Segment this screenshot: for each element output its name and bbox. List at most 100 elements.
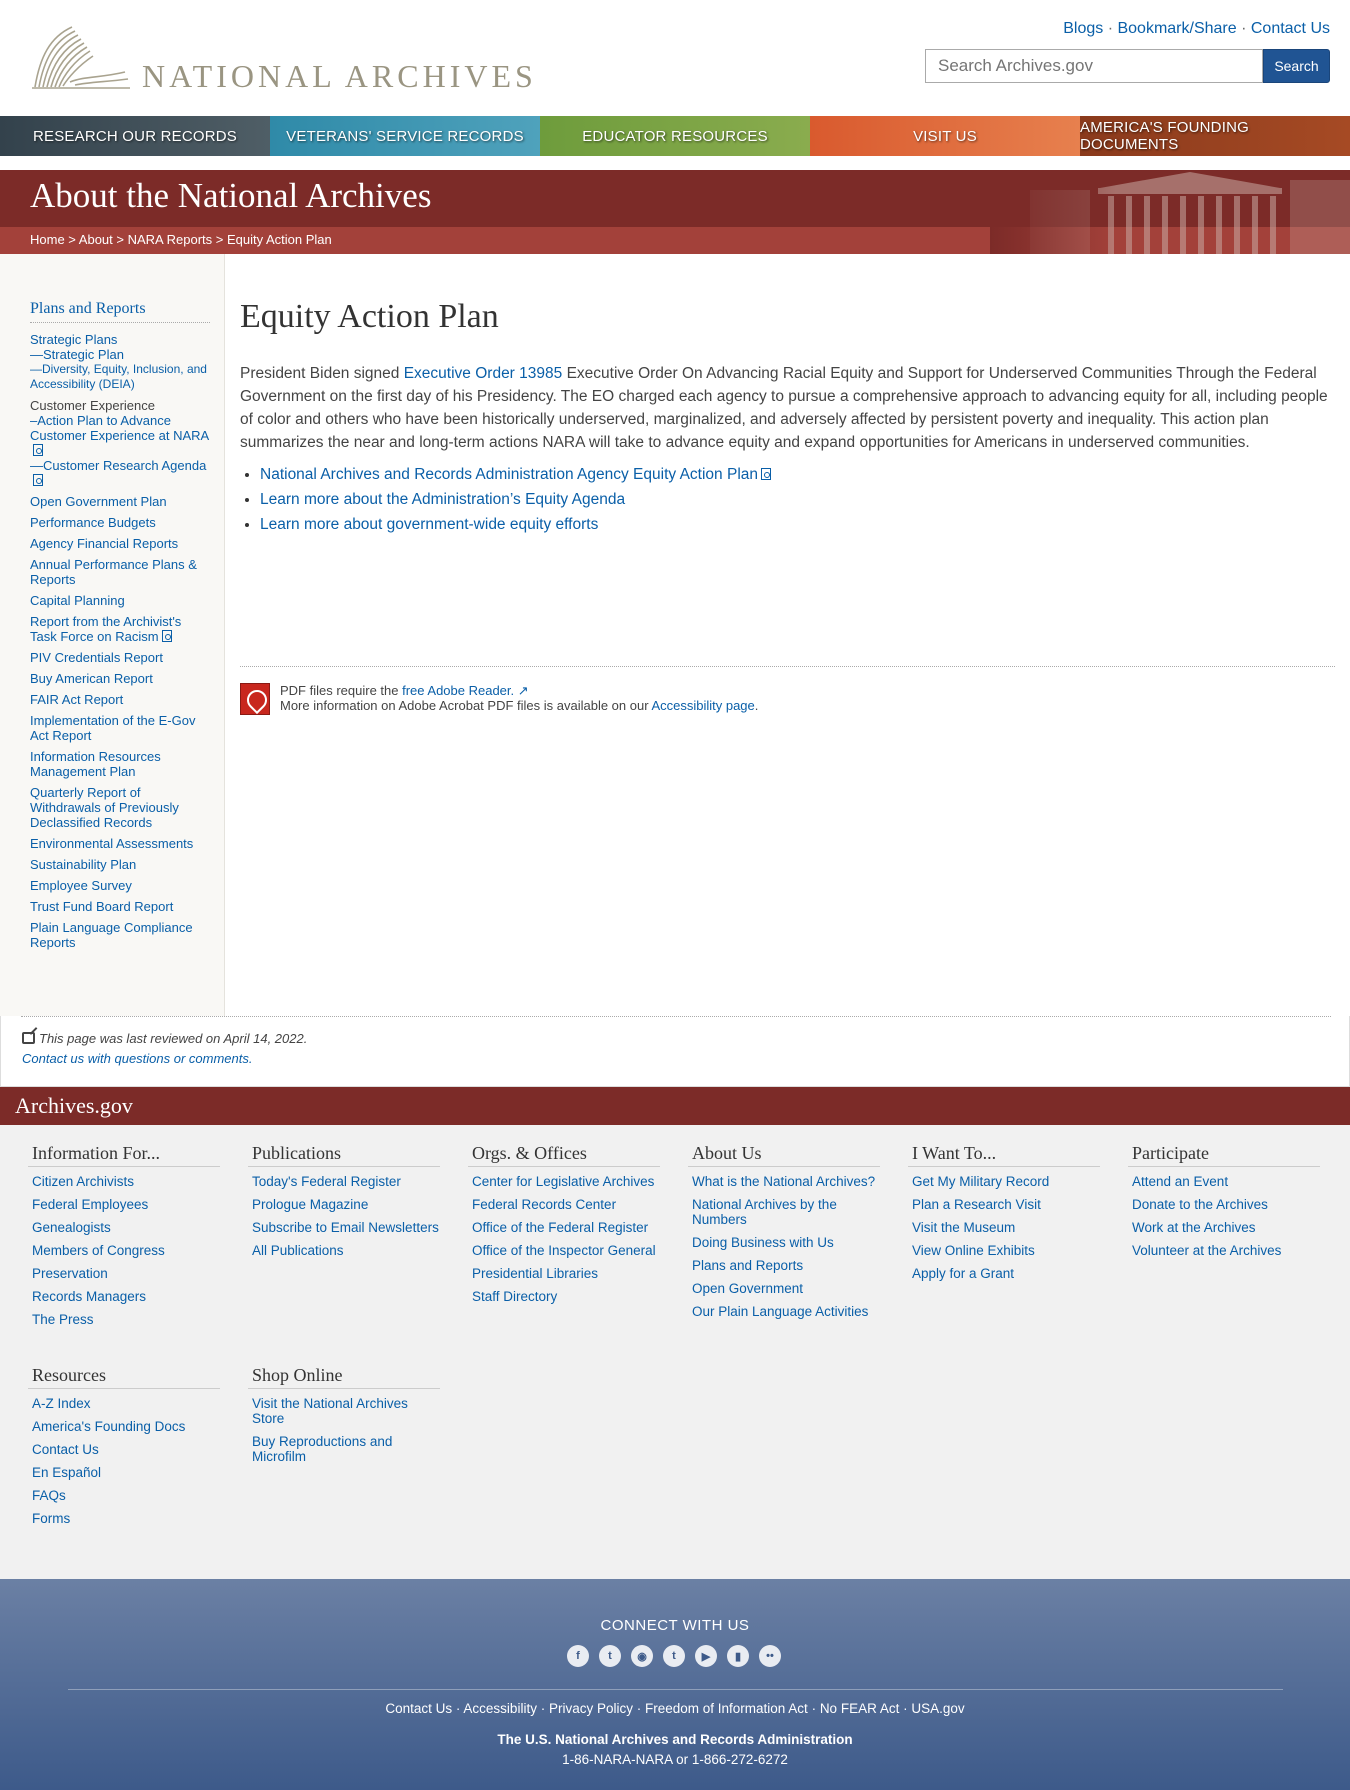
footer-link[interactable]: Doing Business with Us (688, 1235, 880, 1250)
footer-link[interactable]: Today's Federal Register (248, 1174, 440, 1189)
sidebar: Plans and Reports Strategic Plans —Strat… (0, 254, 225, 1016)
sidebar-item-cx-research-agenda[interactable]: —Customer Research Agenda (30, 458, 210, 488)
executive-order-link[interactable]: Executive Order 13985 (404, 365, 563, 382)
facebook-icon[interactable]: f (567, 1645, 589, 1667)
nav-research-records[interactable]: RESEARCH OUR RECORDS (0, 116, 270, 156)
footer-foia-link[interactable]: Freedom of Information Act (645, 1701, 808, 1716)
footer-link[interactable]: Volunteer at the Archives (1128, 1243, 1320, 1258)
footer-link[interactable]: Work at the Archives (1128, 1220, 1320, 1235)
footer-link[interactable]: Subscribe to Email Newsletters (248, 1220, 440, 1235)
footer-link[interactable]: Presidential Libraries (468, 1266, 660, 1281)
footer-link[interactable]: The Press (28, 1312, 220, 1327)
footer-no-fear-act-link[interactable]: No FEAR Act (820, 1701, 900, 1716)
nav-veterans-records[interactable]: VETERANS' SERVICE RECORDS (270, 116, 540, 156)
bookmark-share-link[interactable]: Bookmark/Share (1117, 20, 1236, 37)
sidebar-item-sustainability-plan[interactable]: Sustainability Plan (30, 857, 210, 872)
sidebar-item-cx-action-plan[interactable]: –Action Plan to Advance Customer Experie… (30, 413, 210, 458)
sidebar-item-capital-planning[interactable]: Capital Planning (30, 593, 210, 608)
footer-link[interactable]: National Archives by the Numbers (688, 1197, 880, 1227)
government-equity-link[interactable]: Learn more about government-wide equity … (260, 516, 598, 533)
breadcrumb-home[interactable]: Home (30, 232, 65, 247)
equity-agenda-link[interactable]: Learn more about the Administration’s Eq… (260, 491, 625, 508)
footer-link[interactable]: Our Plain Language Activities (688, 1304, 880, 1319)
footer-link[interactable]: Forms (28, 1511, 220, 1526)
sidebar-item-piv-credentials-report[interactable]: PIV Credentials Report (30, 650, 210, 665)
footer-link[interactable]: Members of Congress (28, 1243, 220, 1258)
breadcrumb-nara-reports[interactable]: NARA Reports (128, 232, 213, 247)
footer-link[interactable]: Office of the Federal Register (468, 1220, 660, 1235)
footer-link[interactable]: Buy Reproductions and Microfilm (248, 1434, 440, 1464)
footer-link[interactable]: Attend an Event (1128, 1174, 1320, 1189)
youtube-icon[interactable]: ▶ (695, 1645, 717, 1667)
footer-link[interactable]: Plans and Reports (688, 1258, 880, 1273)
footer-usa-gov-link[interactable]: USA.gov (911, 1701, 964, 1716)
footer-link[interactable]: Donate to the Archives (1128, 1197, 1320, 1212)
sidebar-item-environmental-assessments[interactable]: Environmental Assessments (30, 836, 210, 851)
footer-link[interactable]: Plan a Research Visit (908, 1197, 1100, 1212)
tumblr-icon[interactable]: t (663, 1645, 685, 1667)
adobe-reader-link[interactable]: free Adobe Reader. (402, 683, 514, 698)
nav-educator-resources[interactable]: EDUCATOR RESOURCES (540, 116, 810, 156)
footer-link[interactable]: Visit the National Archives Store (248, 1396, 440, 1426)
footer-link[interactable]: FAQs (28, 1488, 220, 1503)
footer-link[interactable]: View Online Exhibits (908, 1243, 1100, 1258)
sidebar-item-egov-act-report[interactable]: Implementation of the E-Gov Act Report (30, 713, 210, 743)
blogs-link[interactable]: Blogs (1063, 20, 1103, 37)
nav-visit-us[interactable]: VISIT US (810, 116, 1080, 156)
footer-link[interactable]: Citizen Archivists (28, 1174, 220, 1189)
breadcrumb-about[interactable]: About (79, 232, 113, 247)
national-archives-logo[interactable]: NATIONAL ARCHIVES (30, 22, 540, 94)
equity-action-plan-pdf-link[interactable]: National Archives and Records Administra… (260, 466, 771, 483)
sidebar-item-irm-plan[interactable]: Information Resources Management Plan (30, 749, 210, 779)
search-input[interactable] (925, 49, 1263, 83)
instagram-icon[interactable]: ◉ (631, 1645, 653, 1667)
footer-link[interactable]: Federal Employees (28, 1197, 220, 1212)
footer-link[interactable]: Federal Records Center (468, 1197, 660, 1212)
footer-link[interactable]: Contact Us (28, 1442, 220, 1457)
sidebar-item-strategic-plans[interactable]: Strategic Plans (30, 332, 210, 347)
footer-link[interactable]: Prologue Magazine (248, 1197, 440, 1212)
blog-icon[interactable]: ▮ (727, 1645, 749, 1667)
sidebar-item-employee-survey[interactable]: Employee Survey (30, 878, 210, 893)
footer-link[interactable]: Get My Military Record (908, 1174, 1100, 1189)
footer-accessibility-link[interactable]: Accessibility (463, 1701, 537, 1716)
sidebar-item-task-force-on-racism[interactable]: Report from the Archivist's Task Force o… (30, 614, 210, 644)
footer-link[interactable]: What is the National Archives? (688, 1174, 880, 1189)
accessibility-page-link[interactable]: Accessibility page (651, 698, 754, 713)
search-button[interactable]: Search (1263, 49, 1330, 83)
footer-link[interactable]: Genealogists (28, 1220, 220, 1235)
sidebar-item-plain-language-reports[interactable]: Plain Language Compliance Reports (30, 920, 210, 950)
footer-link[interactable]: Office of the Inspector General (468, 1243, 660, 1258)
footer-link[interactable]: All Publications (248, 1243, 440, 1258)
footer-link[interactable]: Preservation (28, 1266, 220, 1281)
footer-col-participate: Participate Attend an Event Donate to th… (1128, 1143, 1320, 1266)
footer-link[interactable]: Center for Legislative Archives (468, 1174, 660, 1189)
footer-col-information-for: Information For... Citizen Archivists Fe… (28, 1143, 220, 1335)
sidebar-item-annual-performance-plans[interactable]: Annual Performance Plans & Reports (30, 557, 210, 587)
sidebar-item-agency-financial-reports[interactable]: Agency Financial Reports (30, 536, 210, 551)
sidebar-item-quarterly-withdrawals[interactable]: Quarterly Report of Withdrawals of Previ… (30, 785, 210, 830)
footer-link[interactable]: Visit the Museum (908, 1220, 1100, 1235)
twitter-icon[interactable]: t (599, 1645, 621, 1667)
footer-link[interactable]: Staff Directory (468, 1289, 660, 1304)
footer-contact-us-link[interactable]: Contact Us (385, 1701, 452, 1716)
footer-link[interactable]: Records Managers (28, 1289, 220, 1304)
footer-link[interactable]: A-Z Index (28, 1396, 220, 1411)
sidebar-item-buy-american-report[interactable]: Buy American Report (30, 671, 210, 686)
flickr-icon[interactable]: •• (759, 1645, 781, 1667)
sidebar-item-trust-fund-board-report[interactable]: Trust Fund Board Report (30, 899, 210, 914)
footer-link[interactable]: En Español (28, 1465, 220, 1480)
sidebar-item-fair-act-report[interactable]: FAIR Act Report (30, 692, 210, 707)
sidebar-item-open-government-plan[interactable]: Open Government Plan (30, 494, 210, 509)
footer-link[interactable]: Open Government (688, 1281, 880, 1296)
footer-link[interactable]: America's Founding Docs (28, 1419, 220, 1434)
footer-privacy-policy-link[interactable]: Privacy Policy (549, 1701, 633, 1716)
contact-questions-link[interactable]: Contact us with questions or comments. (22, 1051, 253, 1066)
sidebar-item-strategic-plan[interactable]: —Strategic Plan (30, 347, 210, 362)
footer-link[interactable]: Apply for a Grant (908, 1266, 1100, 1281)
nav-founding-documents[interactable]: AMERICA'S FOUNDING DOCUMENTS (1080, 116, 1350, 156)
contact-us-link[interactable]: Contact Us (1251, 20, 1330, 37)
sidebar-title[interactable]: Plans and Reports (30, 300, 210, 323)
sidebar-item-deia[interactable]: —Diversity, Equity, Inclusion, and Acces… (30, 362, 210, 392)
sidebar-item-performance-budgets[interactable]: Performance Budgets (30, 515, 210, 530)
